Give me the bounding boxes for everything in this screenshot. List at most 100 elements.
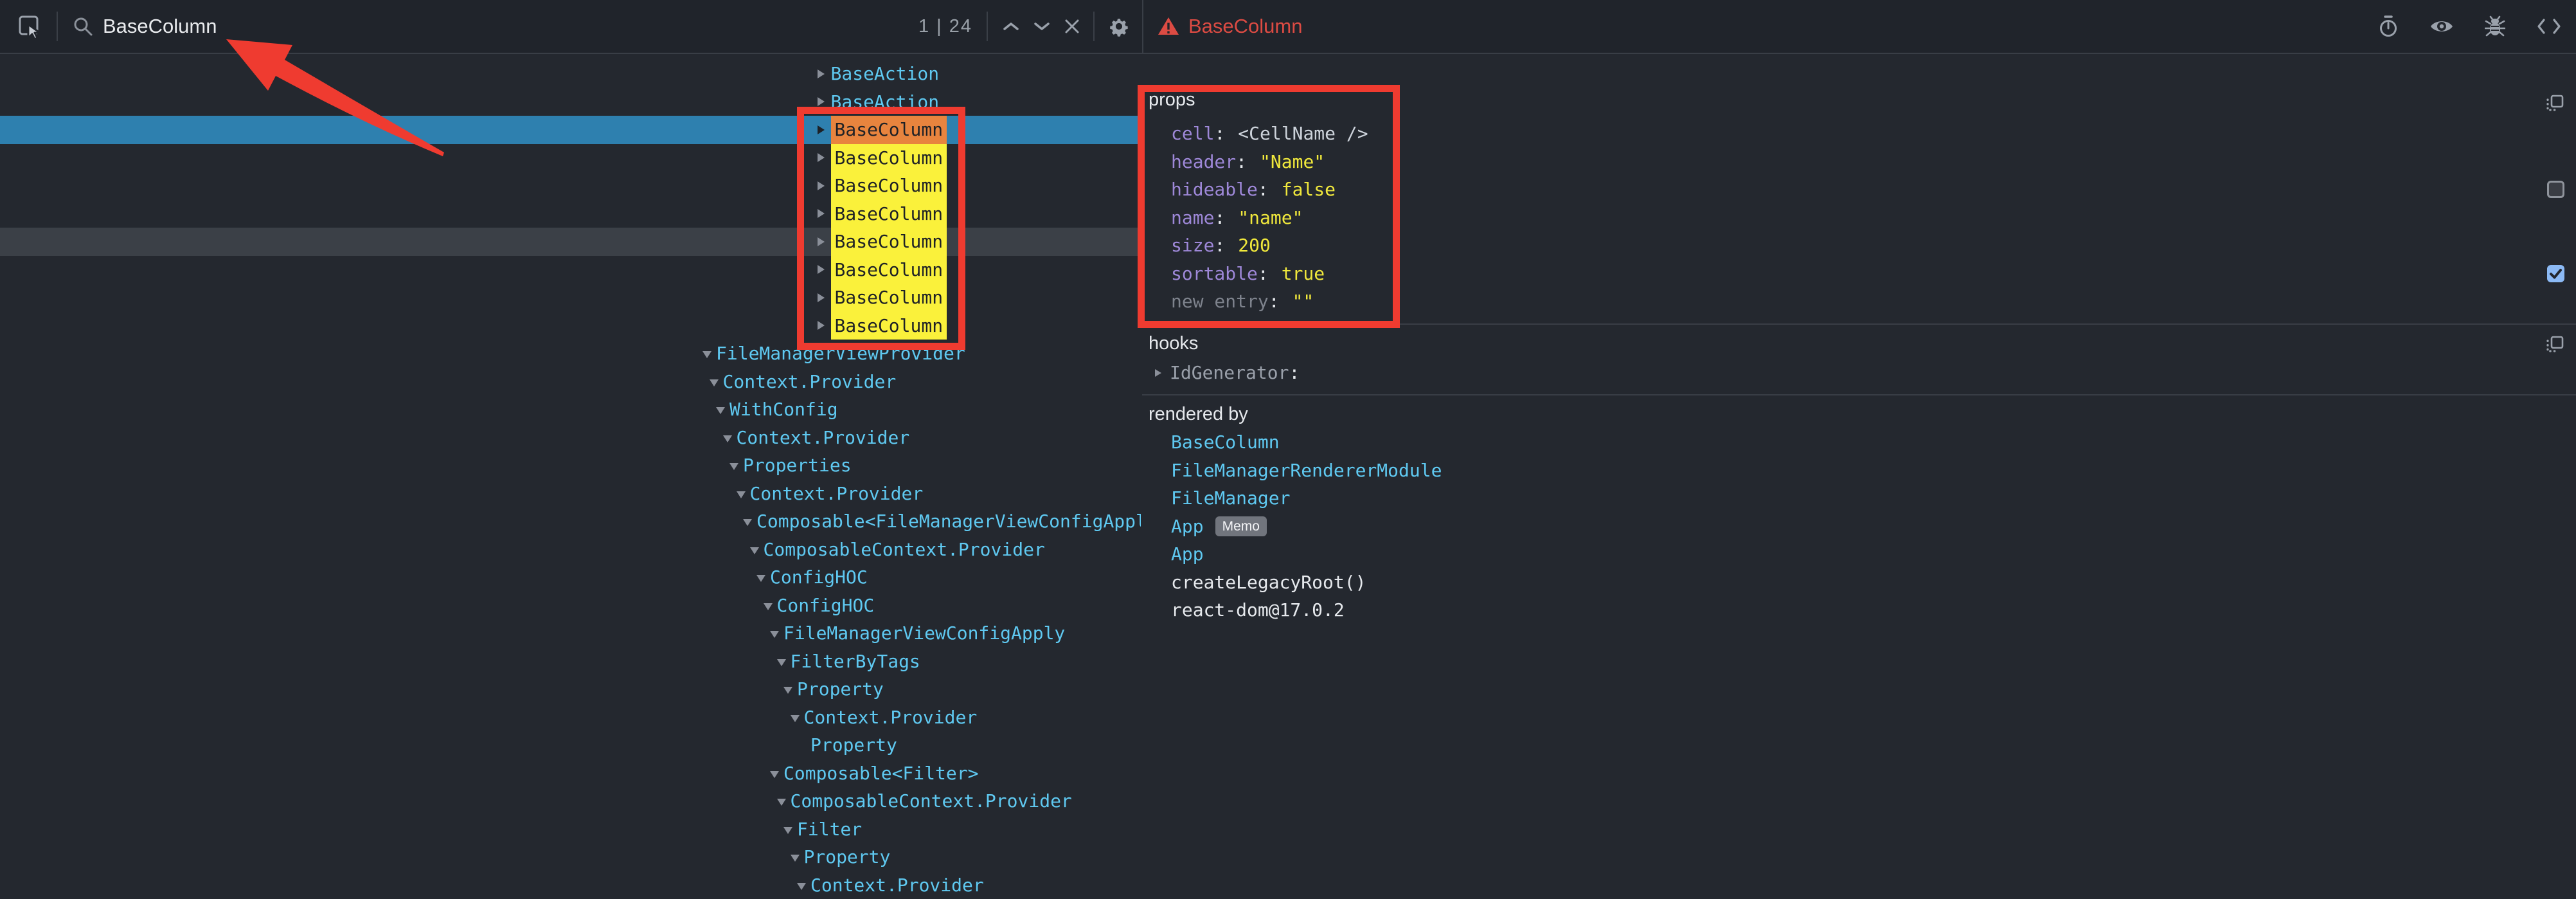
- tree-row[interactable]: Context.Provider: [0, 704, 1141, 732]
- prop-value[interactable]: "": [1292, 291, 1314, 312]
- tree-row[interactable]: WithConfig: [0, 395, 1141, 424]
- tree-row[interactable]: BaseColumn: [0, 144, 1141, 172]
- chevron-collapsed-icon[interactable]: [818, 153, 831, 162]
- chevron-collapsed-icon[interactable]: [818, 69, 831, 78]
- component-name[interactable]: Context.Provider: [810, 875, 984, 896]
- tree-row[interactable]: FileManagerViewConfigApply: [0, 619, 1141, 648]
- component-name[interactable]: BaseColumn: [831, 200, 947, 228]
- tree-row[interactable]: Context.Provider: [0, 368, 1141, 396]
- tree-row[interactable]: Property: [0, 675, 1141, 704]
- tree-row[interactable]: FileManagerViewProvider: [0, 340, 1141, 368]
- chevron-expanded-icon[interactable]: [743, 516, 756, 526]
- chevron-collapsed-icon[interactable]: [1155, 369, 1170, 377]
- component-name[interactable]: ConfigHOC: [770, 567, 868, 588]
- component-name[interactable]: Property: [810, 734, 897, 756]
- chevron-expanded-icon[interactable]: [723, 433, 737, 442]
- eye-icon[interactable]: [2429, 18, 2454, 35]
- chevron-expanded-icon[interactable]: [737, 489, 750, 498]
- hook-row[interactable]: IdGenerator:: [1142, 359, 2576, 387]
- component-name[interactable]: Property: [797, 678, 884, 700]
- tree-row[interactable]: BaseAction: [0, 60, 1141, 88]
- tree-row[interactable]: BaseColumn: [0, 228, 1141, 256]
- chevron-expanded-icon[interactable]: [783, 684, 797, 694]
- component-name[interactable]: BaseAction: [831, 91, 940, 113]
- chevron-collapsed-icon[interactable]: [818, 265, 831, 274]
- close-x-icon[interactable]: [1064, 18, 1080, 35]
- tree-row[interactable]: BaseColumn: [0, 116, 1141, 144]
- chevron-collapsed-icon[interactable]: [818, 321, 831, 330]
- component-name[interactable]: Context.Provider: [737, 427, 910, 448]
- rendered-by-component-link[interactable]: App: [1171, 516, 1204, 537]
- copy-icon[interactable]: [2545, 335, 2564, 354]
- component-name[interactable]: Filter: [797, 819, 862, 840]
- chevron-collapsed-icon[interactable]: [818, 237, 831, 246]
- code-brackets-icon[interactable]: [2536, 18, 2562, 35]
- component-name[interactable]: ConfigHOC: [777, 595, 875, 616]
- chevron-up-icon[interactable]: [1002, 21, 1020, 32]
- component-name[interactable]: BaseColumn: [831, 256, 947, 284]
- chevron-expanded-icon[interactable]: [729, 460, 743, 470]
- tree-row[interactable]: Context.Provider: [0, 871, 1141, 899]
- chevron-expanded-icon[interactable]: [750, 545, 764, 554]
- chevron-collapsed-icon[interactable]: [818, 125, 831, 134]
- rendered-by-component-link[interactable]: FileManager: [1171, 487, 1290, 509]
- tree-row[interactable]: BaseColumn: [0, 256, 1141, 284]
- tree-row[interactable]: Filter: [0, 815, 1141, 844]
- component-name[interactable]: Composable<FileManagerViewConfigApply>: [756, 511, 1141, 532]
- inspect-element-icon[interactable]: [17, 14, 42, 39]
- chevron-expanded-icon[interactable]: [797, 880, 810, 890]
- chevron-expanded-icon[interactable]: [770, 768, 783, 778]
- tree-row[interactable]: FilterByTags: [0, 648, 1141, 676]
- chevron-expanded-icon[interactable]: [791, 713, 804, 722]
- component-name[interactable]: WithConfig: [729, 399, 838, 420]
- copy-icon[interactable]: [2545, 94, 2564, 113]
- component-name[interactable]: ComposableContext.Provider: [791, 790, 1072, 812]
- gear-icon[interactable]: [1107, 15, 1131, 38]
- prop-value[interactable]: true: [1282, 263, 1325, 284]
- component-name[interactable]: Properties: [743, 455, 852, 476]
- chevron-collapsed-icon[interactable]: [818, 97, 831, 106]
- prop-value[interactable]: false: [1282, 179, 1336, 200]
- chevron-collapsed-icon[interactable]: [818, 181, 831, 190]
- chevron-collapsed-icon[interactable]: [818, 293, 831, 302]
- tree-row[interactable]: BaseColumn: [0, 200, 1141, 228]
- component-name[interactable]: BaseColumn: [831, 144, 947, 172]
- prop-value[interactable]: "name": [1238, 207, 1303, 228]
- bug-icon[interactable]: [2485, 15, 2505, 37]
- chevron-expanded-icon[interactable]: [764, 601, 777, 610]
- chevron-expanded-icon[interactable]: [716, 404, 729, 414]
- component-name[interactable]: FileManagerViewProvider: [716, 343, 965, 364]
- component-name[interactable]: BaseColumn: [831, 228, 947, 256]
- checkbox-unchecked[interactable]: [2547, 181, 2564, 198]
- component-name[interactable]: Context.Provider: [804, 707, 978, 728]
- component-name[interactable]: Context.Provider: [750, 483, 924, 504]
- chevron-expanded-icon[interactable]: [770, 628, 783, 638]
- tree-row[interactable]: ComposableContext.Provider: [0, 536, 1141, 564]
- search-input[interactable]: [102, 14, 843, 39]
- tree-row[interactable]: Composable<FileManagerViewConfigApply>: [0, 507, 1141, 536]
- tree-row[interactable]: BaseColumn: [0, 284, 1141, 312]
- tree-row[interactable]: BaseAction: [0, 88, 1141, 116]
- tree-row[interactable]: Context.Provider: [0, 480, 1141, 508]
- checkbox-checked[interactable]: [2547, 265, 2564, 282]
- prop-value[interactable]: "Name": [1260, 151, 1325, 172]
- chevron-expanded-icon[interactable]: [791, 852, 804, 862]
- tree-row[interactable]: ConfigHOC: [0, 592, 1141, 620]
- chevron-expanded-icon[interactable]: [777, 796, 791, 806]
- tree-row[interactable]: Context.Provider: [0, 424, 1141, 452]
- component-name[interactable]: Composable<Filter>: [783, 763, 978, 784]
- stopwatch-icon[interactable]: [2378, 15, 2399, 38]
- tree-row[interactable]: Property: [0, 731, 1141, 759]
- rendered-by-component-link[interactable]: BaseColumn: [1171, 431, 1280, 453]
- tree-row[interactable]: ComposableContext.Provider: [0, 787, 1141, 815]
- rendered-by-component-link[interactable]: FileManagerRendererModule: [1171, 460, 1442, 481]
- component-name[interactable]: BaseColumn: [831, 284, 947, 312]
- tree-row[interactable]: BaseColumn: [0, 312, 1141, 340]
- chevron-expanded-icon[interactable]: [702, 349, 716, 358]
- component-name[interactable]: BaseColumn: [831, 116, 947, 144]
- component-name[interactable]: FileManagerViewConfigApply: [783, 622, 1065, 644]
- prop-value[interactable]: <CellName />: [1238, 123, 1368, 144]
- chevron-expanded-icon[interactable]: [777, 657, 791, 666]
- component-name[interactable]: BaseAction: [831, 63, 940, 84]
- chevron-collapsed-icon[interactable]: [818, 209, 831, 218]
